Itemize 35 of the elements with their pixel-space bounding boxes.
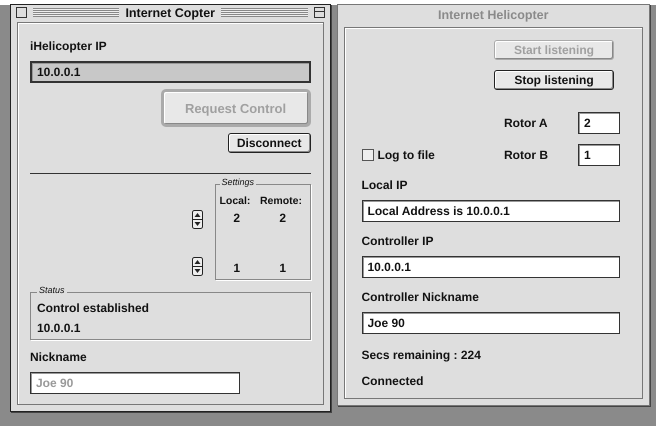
ip-field[interactable]: 10.0.0.1 [30,61,310,83]
setting-value: 2 [232,211,242,225]
stepper-control[interactable] [192,210,202,229]
group-title: Status [37,285,67,295]
connection-status: Connected [362,374,425,388]
disconnect-button[interactable]: Disconnect [228,133,310,153]
log-checkbox[interactable]: Log to file [362,148,474,162]
group-title: Settings [220,177,256,187]
window-title: Internet Copter [125,6,216,20]
field-label: Controller IP [362,234,435,248]
window-title: Internet Helicopter [437,8,550,22]
stepper-control[interactable] [192,257,202,276]
field-label: Local IP [362,178,409,192]
field-label: Controller Nickname [362,290,480,304]
setting-value: 1 [278,261,288,275]
rotor-label: Rotor B [504,148,548,162]
text-field[interactable]: 10.0.0.1 [362,256,620,278]
nickname-field[interactable]: Joe 90 [30,372,240,394]
rotor-label: Rotor A [504,116,548,130]
text-field[interactable]: Local Address is 10.0.0.1 [362,200,620,222]
ip-label: iHelicopter IP [30,39,108,53]
close-box-icon[interactable] [16,7,27,18]
rotor-field[interactable]: 1 [578,144,620,166]
status-text: 10.0.0.1 [37,321,82,335]
nickname-label: Nickname [30,350,88,364]
setting-value: 2 [278,211,288,225]
text-field[interactable]: Joe 90 [362,312,620,334]
countdown-text: Secs remaining : 224 [362,348,482,362]
setting-value: 1 [232,261,242,275]
column-header: Local: [220,195,252,207]
stop-listening-button[interactable]: Stop listening [494,70,614,90]
status-text: Control established [37,301,150,315]
column-header: Remote: [260,195,303,207]
rotor-field[interactable]: 2 [578,112,620,134]
collapse-box-icon[interactable] [314,7,324,18]
